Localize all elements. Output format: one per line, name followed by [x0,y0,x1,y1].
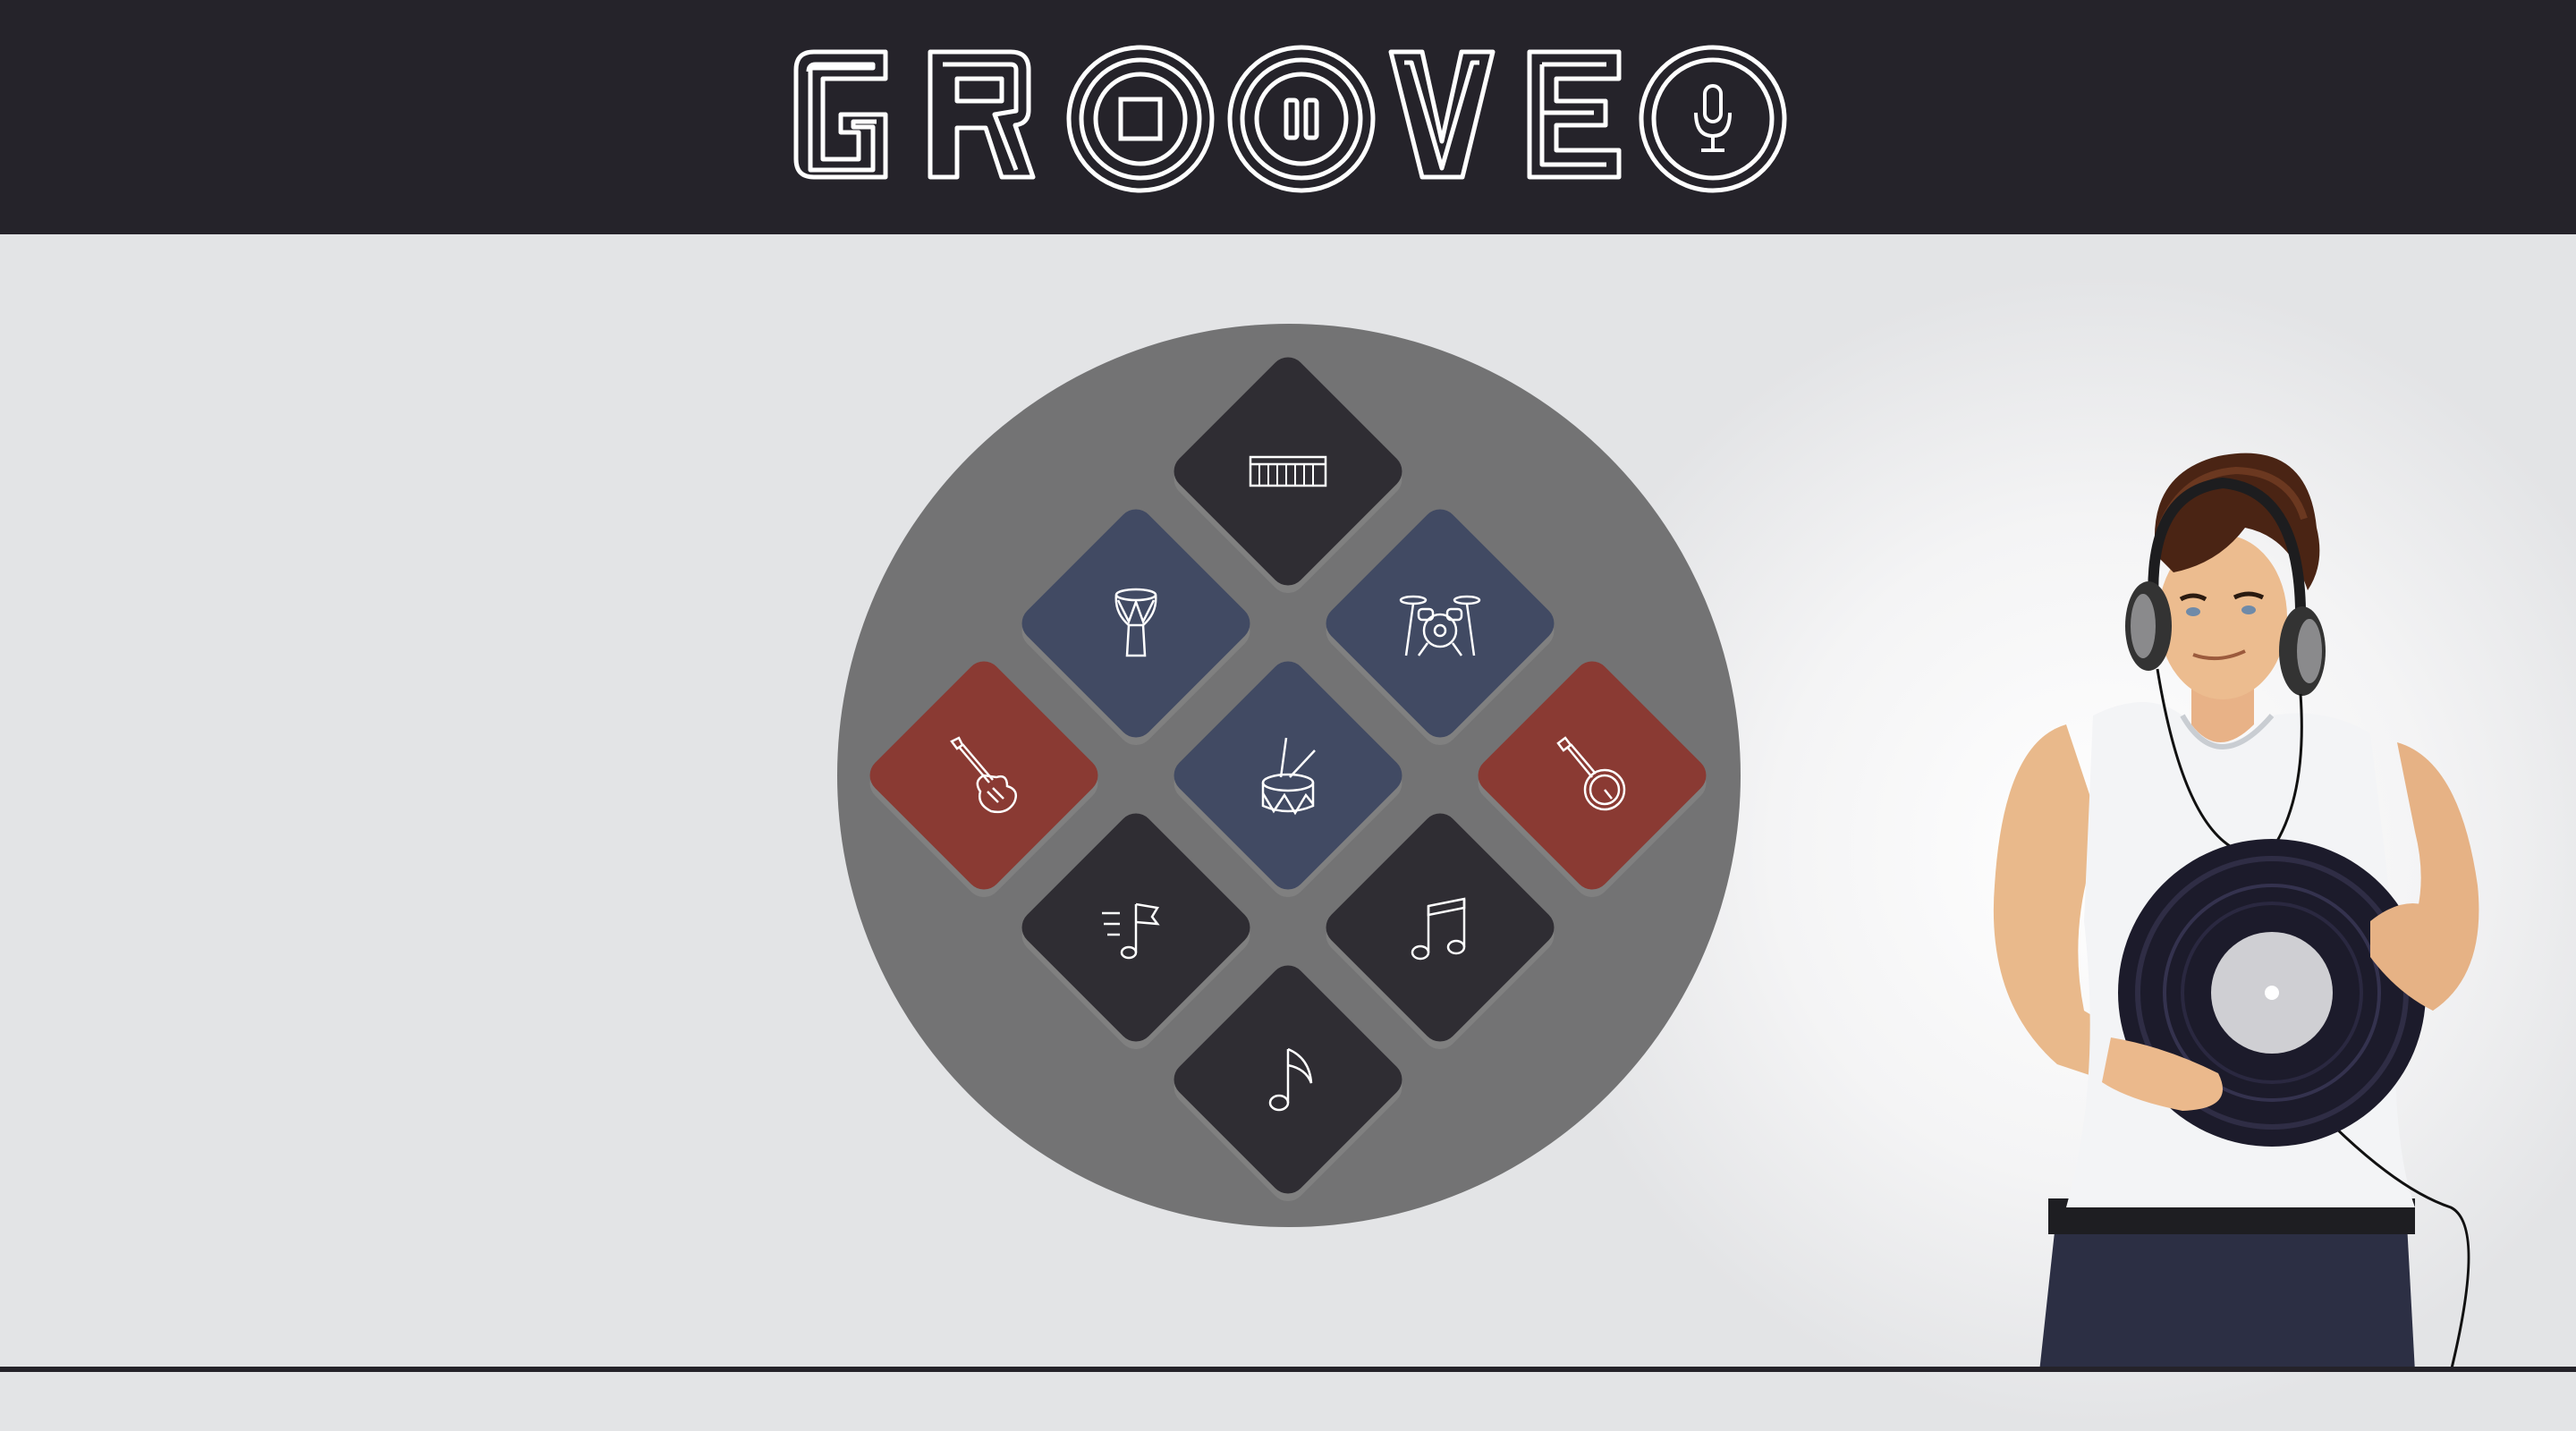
snare-drum-icon [1245,732,1331,818]
fast-notes-icon [1093,885,1179,970]
app-header: GROOVE [0,0,2576,234]
djembe-icon [1093,580,1179,666]
banjo-icon [1549,732,1635,818]
eighth-note-icon [1245,1037,1331,1122]
grooveo-logo: GROOVE [787,43,1789,195]
keyboard-icon [1245,428,1331,514]
stop-icon [1118,97,1163,141]
stop-button[interactable] [1064,43,1216,195]
record-button[interactable] [1637,43,1789,195]
logo-letters-ve [1388,49,1622,180]
microphone-icon [1694,84,1732,152]
beamed-notes-icon [1397,885,1483,970]
pause-button[interactable] [1225,43,1377,195]
dj-illustration [1993,453,2479,1372]
bottom-edge [0,1367,2576,1372]
pause-icon [1284,97,1319,140]
electric-guitar-icon [941,732,1027,818]
drum-kit-icon [1397,580,1483,666]
